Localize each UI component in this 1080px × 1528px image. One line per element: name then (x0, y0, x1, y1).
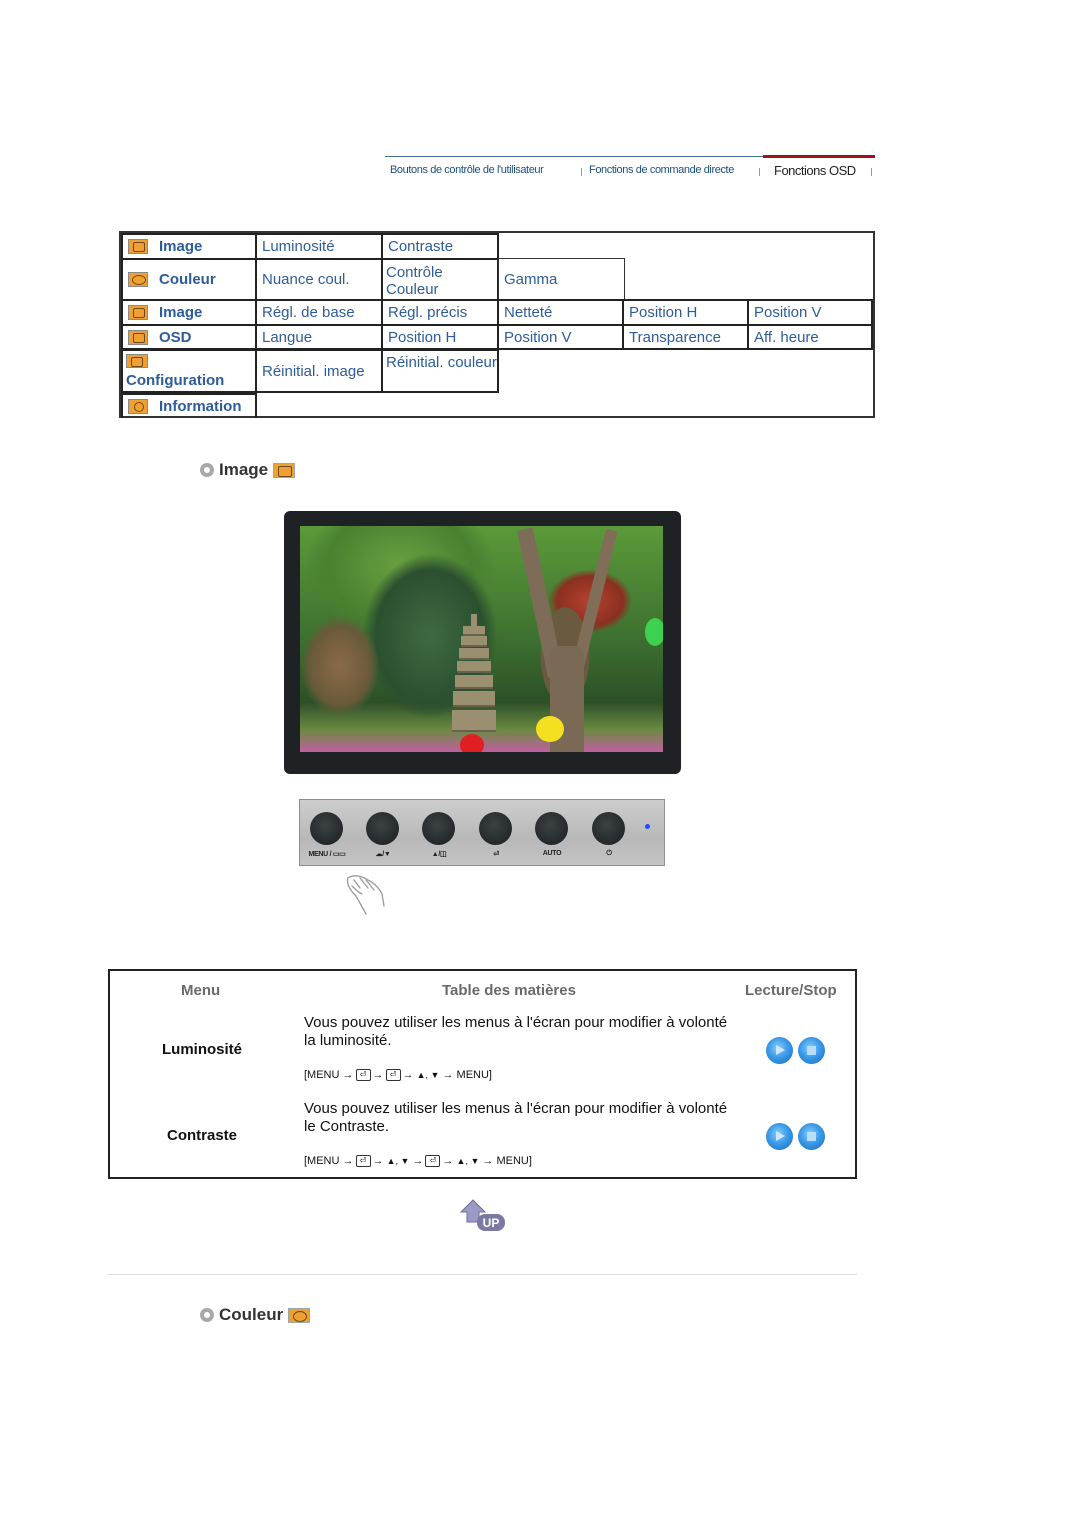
enter-label: ⏎ (493, 851, 499, 858)
auto-button[interactable] (535, 812, 568, 845)
monitor-screen-photo (300, 526, 663, 752)
enter-button[interactable] (479, 812, 512, 845)
description-table: Menu Table des matières Lecture/Stop Lum… (108, 969, 857, 1179)
osd-item[interactable]: Position V (747, 299, 873, 326)
nav-active-rule (763, 155, 875, 158)
up-down-arrows-icon: ▲, ▼ (416, 1070, 440, 1080)
osd-item[interactable]: Netteté (497, 299, 624, 326)
color-palette-icon (288, 1307, 311, 1323)
osd-category-couleur[interactable]: Couleur (121, 258, 257, 301)
play-icon (776, 1131, 785, 1141)
up-label: UP (483, 1216, 500, 1230)
menu-button[interactable] (310, 812, 343, 845)
key-path: [MENU → ⏎ → ⏎ → ▲, ▼ → MENU] (304, 1069, 492, 1081)
key-path: [MENU → ⏎ → ▲, ▼ → ⏎ → ▲, ▼ → MENU] (304, 1155, 532, 1167)
up-source-button[interactable] (422, 812, 455, 845)
header-contents: Table des matières (442, 982, 576, 999)
settings-sliders-icon (126, 353, 148, 368)
pagoda-shape (452, 614, 496, 744)
osd-category-configuration[interactable]: Configuration (121, 349, 257, 393)
image-icon (273, 462, 296, 478)
osd-item[interactable]: Position V (497, 324, 624, 350)
tab-osd-functions[interactable]: Fonctions OSD (774, 163, 856, 178)
stop-button[interactable] (798, 1037, 825, 1064)
osd-item[interactable]: Transparence (622, 324, 749, 350)
row-name-luminosite: Luminosité (161, 1041, 243, 1058)
bullet-circle-icon (200, 463, 214, 477)
monitor-illustration (284, 511, 681, 774)
header-menu: Menu (181, 982, 221, 999)
up-down-arrows-icon: ▲, ▼ (456, 1156, 480, 1166)
osd-item[interactable]: Réinitial. image (255, 349, 383, 393)
osd-item[interactable]: Aff. heure (747, 324, 873, 350)
power-label: ⏻ (606, 850, 612, 857)
nav-rule (385, 156, 763, 157)
play-button[interactable] (766, 1037, 793, 1064)
nav-separator (759, 168, 760, 176)
osd-item[interactable]: Langue (255, 324, 383, 350)
osd-item[interactable]: Gamma (498, 258, 625, 301)
osd-item[interactable]: Réinitial. couleur (381, 349, 499, 393)
monitor-control-panel: MENU / ▭▭ ☁/▼ ▲/◫ ⏎ AUTO ⏻ (299, 799, 665, 866)
osd-item[interactable]: Nuance coul. (255, 258, 383, 301)
osd-category-information[interactable]: Information (121, 393, 257, 418)
osd-menu-table: Image Luminosité Contraste Couleur Nuanc… (119, 231, 875, 418)
enter-key-icon: ⏎ (425, 1155, 441, 1167)
section-heading-couleur: Couleur (200, 1305, 311, 1325)
osd-item[interactable]: Position H (381, 324, 499, 350)
power-button[interactable] (592, 812, 625, 845)
bullet-circle-icon (200, 1308, 214, 1322)
lantern-green (645, 618, 663, 646)
nav-separator (581, 168, 582, 176)
stop-icon (807, 1132, 816, 1141)
menu-label: MENU / ▭▭ (308, 851, 346, 858)
osd-category-image[interactable]: Image (121, 233, 257, 260)
osd-item[interactable]: Contrôle Couleur (381, 258, 499, 301)
color-palette-icon (128, 272, 148, 287)
stop-button[interactable] (798, 1123, 825, 1150)
osd-item[interactable]: Luminosité (255, 233, 383, 260)
power-led-icon (645, 824, 650, 829)
lantern-red (460, 734, 484, 752)
play-icon (776, 1045, 785, 1055)
osd-category-osd[interactable]: OSD (121, 324, 257, 350)
back-to-top-button[interactable]: UP (459, 1198, 507, 1234)
header-play-stop: Lecture/Stop (745, 982, 837, 999)
osd-category-image-adjust[interactable]: Image (121, 299, 257, 326)
screen-adjust-icon (128, 305, 148, 320)
osd-icon (128, 329, 148, 345)
auto-label: AUTO (542, 850, 562, 857)
play-button[interactable] (766, 1123, 793, 1150)
osd-item[interactable]: Position H (622, 299, 749, 326)
nav-separator (871, 168, 872, 176)
tab-user-controls[interactable]: Boutons de contrôle de l'utilisateur (390, 164, 544, 176)
enter-key-icon: ⏎ (385, 1069, 401, 1081)
image-icon (128, 239, 148, 254)
osd-item[interactable]: Contraste (381, 233, 499, 260)
row-text: Vous pouvez utiliser les menus à l'écran… (304, 1014, 728, 1049)
up-source-label: ▲/◫ (431, 851, 447, 858)
section-heading-image: Image (200, 460, 296, 480)
tab-direct-functions[interactable]: Fonctions de commande directe (589, 164, 734, 176)
lantern-yellow (536, 716, 564, 742)
row-name-contraste: Contraste (166, 1127, 238, 1144)
brightness-down-label: ☁/▼ (375, 851, 391, 858)
top-nav: Boutons de contrôle de l'utilisateur Fon… (385, 155, 875, 182)
row-text: Vous pouvez utiliser les menus à l'écran… (304, 1100, 728, 1135)
stop-icon (807, 1046, 816, 1055)
osd-item[interactable]: Régl. précis (381, 299, 499, 326)
info-clock-icon (128, 399, 148, 414)
hand-pointer-icon (346, 875, 385, 915)
section-divider (108, 1274, 857, 1275)
brightness-down-button[interactable] (366, 812, 399, 845)
up-down-arrows-icon: ▲, ▼ (386, 1156, 410, 1166)
enter-key-icon: ⏎ (355, 1155, 371, 1167)
osd-item[interactable]: Régl. de base (255, 299, 383, 326)
enter-key-icon: ⏎ (355, 1069, 371, 1081)
